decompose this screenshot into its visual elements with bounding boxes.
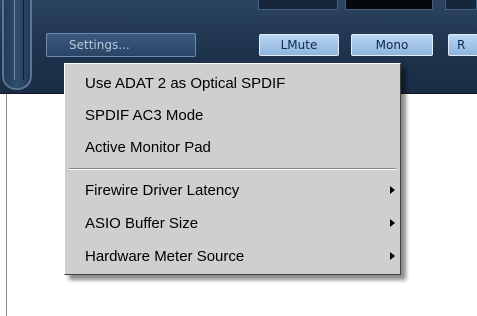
menu-item-label: ASIO Buffer Size [85, 214, 199, 232]
menu-separator [69, 168, 396, 170]
menu-item-hardware-meter-source[interactable]: Hardware Meter Source [85, 245, 395, 267]
top-slot [445, 0, 477, 10]
submenu-arrow-icon [390, 219, 395, 227]
divider [6, 94, 7, 316]
menu-item-label: Active Monitor Pad [85, 138, 211, 156]
settings-button[interactable]: Settings... [46, 33, 196, 57]
settings-context-menu: Use ADAT 2 as Optical SPDIF SPDIF AC3 Mo… [64, 63, 401, 275]
mono-button[interactable]: Mono [351, 34, 433, 56]
menu-item-firewire-driver-latency[interactable]: Firewire Driver Latency [85, 179, 395, 201]
menu-item-label: SPDIF AC3 Mode [85, 106, 204, 124]
top-slot [258, 0, 338, 10]
lmute-button[interactable]: LMute [259, 34, 339, 56]
top-slot [345, 0, 433, 10]
menu-item-label: Use ADAT 2 as Optical SPDIF [85, 74, 286, 92]
menu-item-spdif-ac3-mode[interactable]: SPDIF AC3 Mode [85, 104, 385, 126]
menu-item-use-adat2-optical-spdif[interactable]: Use ADAT 2 as Optical SPDIF [85, 72, 385, 94]
menu-item-asio-buffer-size[interactable]: ASIO Buffer Size [85, 212, 395, 234]
r-button[interactable]: R [448, 34, 477, 56]
left-rail [2, 0, 32, 90]
submenu-arrow-icon [390, 186, 395, 194]
menu-item-active-monitor-pad[interactable]: Active Monitor Pad [85, 136, 385, 158]
menu-item-label: Firewire Driver Latency [85, 181, 240, 199]
submenu-arrow-icon [390, 252, 395, 260]
menu-item-label: Hardware Meter Source [85, 247, 245, 265]
